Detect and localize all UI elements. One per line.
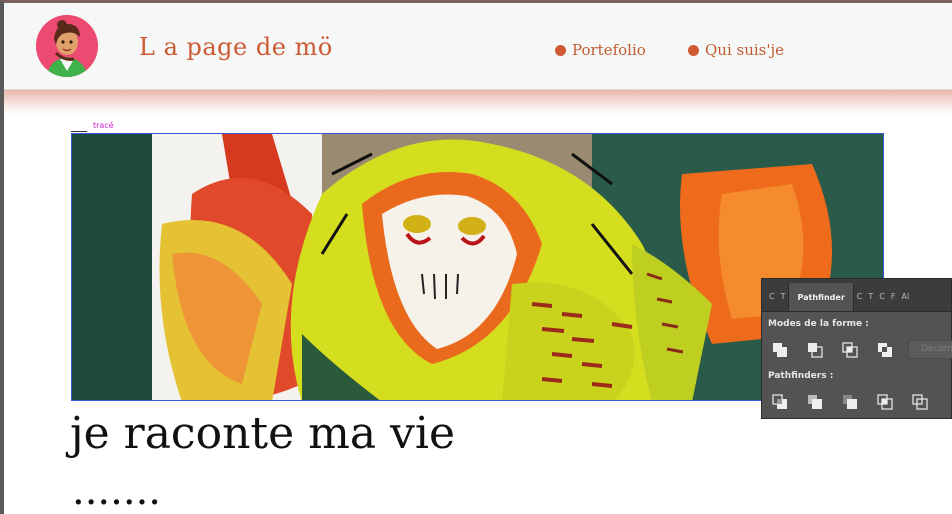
tab-pathfinder[interactable]: Pathfinder (788, 283, 854, 311)
exclude-icon[interactable] (877, 342, 893, 358)
expand-button[interactable]: Décompose (908, 340, 952, 359)
nav-link-about[interactable]: Qui suis'je (688, 41, 784, 59)
intersect-icon[interactable] (842, 342, 858, 358)
nav-label: Qui suis'je (705, 41, 785, 59)
site-header: L a page de mö Portefolio Qui suis'je (4, 3, 952, 90)
unite-icon[interactable] (772, 342, 788, 358)
panel-tabs: C T Pathfinder C T C F Al (762, 279, 951, 312)
pathfinders-label: Pathfinders : (768, 371, 834, 381)
shape-modes-row (772, 342, 893, 358)
bullet-icon (555, 44, 566, 56)
bullet-icon (688, 44, 699, 56)
nav-label: Portefolio (572, 41, 646, 59)
tab-c3[interactable]: C (876, 292, 888, 311)
divide-icon[interactable] (772, 394, 788, 410)
avatar[interactable] (36, 15, 98, 77)
tab-c[interactable]: C (766, 292, 778, 311)
page-heading: je raconte ma vie (70, 408, 456, 459)
tab-f[interactable]: F (888, 292, 899, 311)
trace-label: tracé (93, 121, 114, 130)
crop-icon[interactable] (877, 394, 893, 410)
tab-t2[interactable]: T (865, 292, 876, 311)
pathfinders-row (772, 394, 928, 410)
selection-anchor (71, 131, 87, 132)
nav-link-portfolio[interactable]: Portefolio (555, 41, 646, 59)
outline-icon[interactable] (912, 394, 928, 410)
pathfinder-panel: C T Pathfinder C T C F Al Modes de la fo… (761, 278, 952, 419)
heading-ellipsis: ....... (72, 468, 162, 514)
tab-t[interactable]: T (778, 292, 789, 311)
merge-icon[interactable] (842, 394, 858, 410)
site-title[interactable]: L a page de mö (139, 33, 333, 61)
tab-al[interactable]: Al (898, 292, 912, 311)
minus-front-icon[interactable] (807, 342, 823, 358)
tab-c2[interactable]: C (854, 292, 866, 311)
shape-modes-label: Modes de la forme : (768, 319, 869, 329)
trim-icon[interactable] (807, 394, 823, 410)
header-shadow (4, 90, 952, 116)
